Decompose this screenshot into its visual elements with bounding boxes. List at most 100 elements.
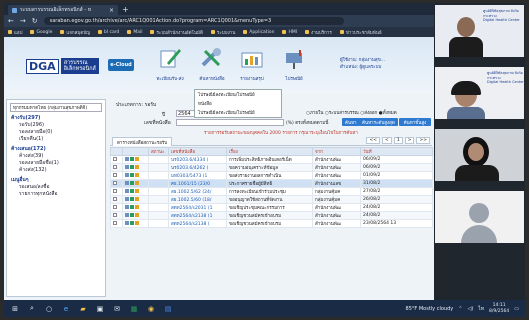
bookmark-item[interactable]: Mail (127, 30, 142, 35)
notification-icon[interactable]: ▭ (514, 306, 519, 312)
bookmark-item[interactable]: งานบริการ (305, 29, 332, 36)
extended-search-button[interactable]: ค้นหาขั้นสูง (399, 118, 431, 126)
row-checkbox[interactable] (113, 164, 117, 169)
radio-all[interactable]: ●ทั้งหมด (379, 111, 397, 116)
back-icon[interactable]: ← (8, 17, 14, 25)
table-row[interactable]: มท0303/5473 (1 ขอส่งรายงานผลการดำเนิน สำนั… (110, 171, 433, 180)
bookmark-item[interactable]: ระบบงาน (210, 29, 235, 36)
table-row[interactable]: สธ.1002.5/62 (24/การลงทะเบียนเข้าร่วมประ… (110, 187, 433, 196)
tree-item[interactable]: ค้างส่ง(39) (11, 153, 105, 160)
table-row[interactable]: ศธ.1001/15 (23/0 ประกาศรายชื่อผู้มีสิทธิส… (110, 179, 433, 188)
view-doc-icon[interactable] (125, 212, 129, 217)
bookmark-item[interactable]: แจกสมุดบัญ (60, 29, 90, 36)
bookmark-item[interactable]: ข่าวประชาสัมพันธ์ (339, 29, 382, 36)
menu-search[interactable]: ค้นหาหนังสือ (192, 45, 232, 89)
pager-prev[interactable]: < (382, 137, 392, 144)
chevron-up-icon[interactable]: ⌃ (458, 306, 462, 312)
menu-report[interactable]: รายงานสรุป (232, 45, 272, 89)
participant-video-1[interactable]: ศูนย์ดิจิทัลสุขภาพ สังกัดกระทรวง Digital … (435, 5, 524, 57)
attach-icon[interactable] (130, 172, 134, 177)
table-row[interactable]: นร0203.6/4334 (การเพิ่มประสิทธิภาพอินเตอ… (110, 155, 433, 164)
table-row[interactable]: สตท2564/s2138 (1 ขอเชิญชวนสมัครเข้าอบรม สำ… (110, 211, 433, 220)
bookmark-item[interactable]: Application (243, 30, 274, 35)
file-explorer-icon[interactable]: ▰ (78, 304, 88, 314)
row-number-cell[interactable]: ศธ.1001/15 (23/0 (168, 179, 227, 188)
col-header-status[interactable]: สถานะ (148, 147, 169, 156)
flag-icon[interactable] (135, 220, 139, 225)
col-header-number[interactable]: เลขที่หนังสือ (168, 147, 227, 156)
dropdown-item[interactable]: ไปรษณีย์ลงทะเบียน/ไปรษณีย์ (195, 90, 281, 99)
pager-page[interactable]: 1 (393, 137, 403, 144)
table-row[interactable]: นร0203.6/4262 (ขอความอนุเคราะห์ข้อมูล สำน… (110, 163, 433, 172)
flag-icon[interactable] (135, 172, 139, 177)
windows-start-icon[interactable]: ⊞ (10, 304, 20, 314)
row-checkbox-cell[interactable] (110, 187, 123, 196)
row-checkbox-cell[interactable] (110, 203, 123, 212)
chrome-icon[interactable]: ◉ (146, 304, 156, 314)
row-checkbox[interactable] (113, 172, 117, 177)
view-doc-icon[interactable] (125, 188, 129, 193)
row-checkbox-cell[interactable] (110, 219, 123, 228)
doc-number-input[interactable] (176, 119, 284, 126)
bookmark-item[interactable]: bl card (97, 30, 119, 35)
row-checkbox[interactable] (113, 196, 117, 201)
flag-icon[interactable] (135, 188, 139, 193)
section-pending-receive[interactable]: ค้างรับ(297) (11, 115, 105, 122)
flag-icon[interactable] (135, 212, 139, 217)
clock[interactable]: 14:11 8/9/2564 (489, 303, 509, 314)
col-header-date[interactable]: วันที่ (360, 147, 433, 156)
flag-icon[interactable] (135, 156, 139, 161)
row-checkbox-cell[interactable] (110, 211, 123, 220)
url-field[interactable]: saraban.egov.go.th/archive/arc/ARC1Q001A… (43, 17, 344, 25)
edge-icon[interactable]: e (61, 304, 71, 314)
section-pending-propose[interactable]: ค้างเสนอ(172) (11, 146, 105, 153)
row-number-cell[interactable]: นร0203.6/4262 ( (168, 163, 227, 172)
attach-icon[interactable] (130, 188, 134, 193)
row-number-cell[interactable]: สธ.1002.5/60 (18/ (168, 195, 227, 204)
forward-icon[interactable]: → (20, 17, 26, 25)
row-checkbox[interactable] (113, 220, 117, 225)
row-number-cell[interactable]: นร0203.6/4334 ( (168, 155, 227, 164)
attach-icon[interactable] (130, 196, 134, 201)
advanced-search-button[interactable]: ค้นหาระดับสูงสุด (359, 118, 398, 126)
radio-outgoing[interactable]: ○ส่งออก (360, 111, 377, 116)
col-header-subject[interactable]: เรื่อง (226, 147, 313, 156)
browser-tab[interactable]: ระบบสารบรรณอิเล็กทรอนิกส์ - ห × (8, 5, 118, 15)
new-tab-icon[interactable]: + (122, 5, 129, 14)
dropdown-item[interactable]: หนังสือ (195, 99, 281, 108)
tree-item[interactable]: รายการทุกหนังสือ (11, 191, 105, 198)
view-doc-icon[interactable] (125, 172, 129, 177)
flag-icon[interactable] (135, 164, 139, 169)
year-input[interactable]: 2564 (176, 110, 196, 117)
col-header-from[interactable]: จาก (312, 147, 361, 156)
bookmark-item[interactable]: HMI (282, 30, 297, 35)
store-icon[interactable]: ▣ (95, 304, 105, 314)
menu-register[interactable]: ทะเบียนรับ-ส่ง (150, 45, 190, 89)
view-doc-icon[interactable] (125, 156, 129, 161)
weather-text[interactable]: 85°F Mostly cloudy (406, 306, 454, 312)
row-checkbox[interactable] (113, 180, 117, 185)
bookmark-item[interactable]: Google (30, 30, 52, 35)
view-doc-icon[interactable] (125, 164, 129, 169)
row-number-cell[interactable]: มท0303/5473 (1 (168, 171, 227, 180)
attach-icon[interactable] (130, 212, 134, 217)
participant-video-2[interactable]: ศูนย์ดิจิทัลสุขภาพ สังกัดกระทรวง Digital … (435, 67, 524, 119)
row-checkbox[interactable] (113, 204, 117, 209)
bookmark-item[interactable]: แอป (8, 29, 22, 36)
attach-icon[interactable] (130, 180, 134, 185)
row-checkbox[interactable] (113, 212, 117, 217)
tree-item[interactable]: รอเสนอ/ลงชื่อ (11, 184, 105, 191)
participant-video-4[interactable] (435, 191, 524, 243)
dga-logo[interactable]: DGA สารบรรณ อิเล็กทรอนิกส์ (26, 55, 116, 77)
row-checkbox-cell[interactable] (110, 179, 123, 188)
flag-icon[interactable] (135, 180, 139, 185)
table-row[interactable]: สตท2564/s2138 (ขอเชิญชวนสมัครเข้าอบรม สำน… (110, 219, 433, 228)
view-doc-icon[interactable] (125, 196, 129, 201)
flag-icon[interactable] (135, 204, 139, 209)
search-button[interactable]: ค้นหา (342, 118, 360, 126)
row-checkbox-cell[interactable] (110, 163, 123, 172)
row-number-cell[interactable]: สตท2564/s2138 ( (168, 219, 227, 228)
word-icon[interactable]: ▤ (163, 304, 173, 314)
col-header[interactable] (122, 147, 149, 156)
menu-mail[interactable]: ไปรษณีย์ (274, 45, 314, 89)
